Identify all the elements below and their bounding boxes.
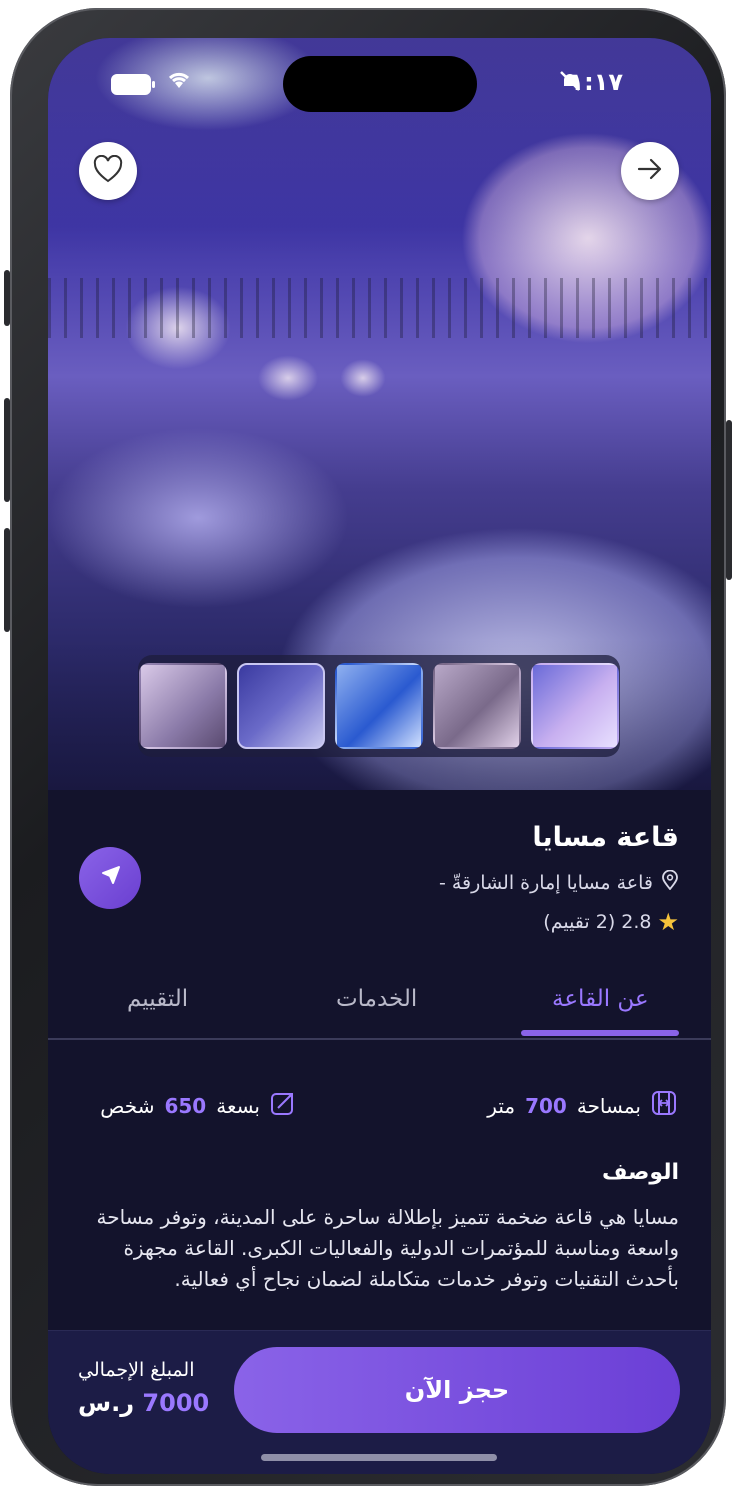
tab-reviews[interactable]: التقييم	[127, 986, 188, 1012]
venue-tabs: عن القاعة الخدمات التقييم	[48, 976, 711, 1040]
description-text: مسايا هي قاعة ضخمة تتميز بإطلالة ساحرة ع…	[96, 1205, 679, 1291]
booking-bar: المبلغ الإجمالي 7000 ر.س حجز الآن	[48, 1330, 711, 1474]
back-button[interactable]	[621, 142, 679, 200]
total-amount: 7000 ر.س	[78, 1389, 209, 1417]
status-time: ١:١٧	[569, 68, 623, 96]
rating-value: 2.8	[621, 911, 652, 933]
phone-frame: ١:١٧ قاعة مسايا قاعة مسايا إمارة الشارقة…	[4, 8, 732, 1486]
volume-down-button	[4, 528, 10, 632]
home-indicator[interactable]	[261, 1454, 497, 1461]
capacity-unit: شخص	[100, 1093, 155, 1118]
volume-up-button	[4, 398, 10, 502]
total-value: 7000	[142, 1389, 210, 1417]
wifi-icon	[166, 68, 192, 96]
power-button	[726, 420, 732, 580]
location-pin-icon	[661, 869, 679, 895]
venue-specs: بمساحة 700 متر بسعة 650 شخص	[48, 1090, 711, 1130]
gallery-thumb[interactable]	[531, 663, 619, 749]
tab-services[interactable]: الخدمات	[336, 986, 417, 1012]
book-now-button[interactable]: حجز الآن	[234, 1347, 680, 1433]
currency: ر.س	[78, 1389, 135, 1417]
gallery-thumb-selected[interactable]	[237, 663, 325, 749]
mute-switch	[4, 270, 10, 326]
area-unit: متر	[487, 1093, 516, 1118]
venue-title: قاعة مسايا	[532, 822, 679, 853]
venue-rating: ★ 2.8 (2 تقييم)	[543, 908, 679, 936]
total-label: المبلغ الإجمالي	[78, 1359, 195, 1381]
gallery-thumbnails	[138, 655, 620, 757]
area-prefix: بمساحة	[576, 1093, 641, 1118]
capacity-prefix: بسعة	[216, 1093, 260, 1118]
area-icon	[651, 1090, 677, 1121]
gallery-thumb[interactable]	[335, 663, 423, 749]
favorite-button[interactable]	[79, 142, 137, 200]
capacity-value: 650	[164, 1093, 207, 1118]
rating-count: (2 تقييم)	[543, 911, 616, 933]
heart-icon	[93, 154, 123, 187]
navigate-icon	[95, 861, 125, 895]
gallery-thumb[interactable]	[433, 663, 521, 749]
status-bar: ١:١٧	[48, 68, 711, 98]
venue-location: قاعة مسايا إمارة الشارقةّ -	[438, 869, 679, 895]
star-icon: ★	[657, 908, 679, 936]
capacity-icon	[270, 1090, 296, 1121]
battery-icon	[111, 74, 155, 95]
app-screen: ١:١٧ قاعة مسايا قاعة مسايا إمارة الشارقة…	[48, 38, 711, 1474]
area-value: 700	[525, 1093, 567, 1118]
area-spec: بمساحة 700 متر	[487, 1090, 677, 1121]
venue-location-text: قاعة مسايا إمارة الشارقةّ -	[438, 871, 653, 894]
description-title: الوصف	[601, 1160, 679, 1185]
navigate-button[interactable]	[79, 847, 141, 909]
tab-about[interactable]: عن القاعة	[552, 986, 649, 1012]
gallery-thumb[interactable]	[139, 663, 227, 749]
active-tab-indicator	[521, 1030, 679, 1036]
capacity-spec: بسعة 650 شخص	[100, 1090, 296, 1121]
arrow-right-icon	[636, 157, 664, 185]
